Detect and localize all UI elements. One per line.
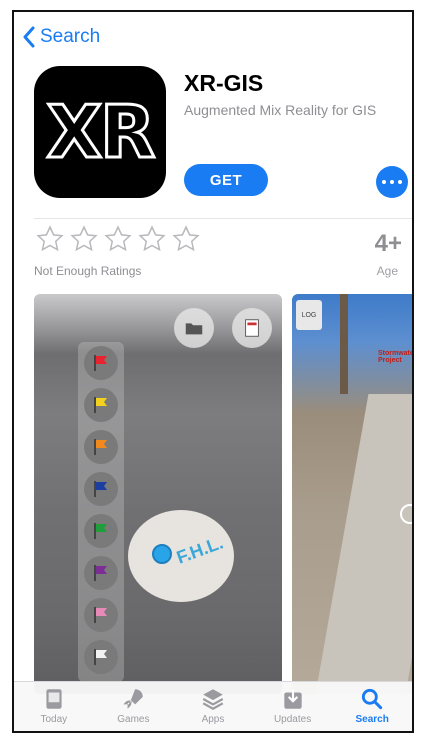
ratings-label: Not Enough Ratings	[34, 264, 142, 278]
flag-red-icon[interactable]	[84, 346, 118, 380]
tab-games[interactable]: Games	[98, 686, 168, 725]
flag-green-icon[interactable]	[84, 514, 118, 548]
divider	[34, 218, 412, 219]
app-icon-logo: XR	[45, 89, 157, 176]
search-icon	[362, 688, 383, 710]
tab-updates[interactable]: Updates	[258, 686, 328, 725]
get-button[interactable]: GET	[184, 164, 268, 196]
more-options-button[interactable]	[376, 166, 408, 198]
flag-blue-icon[interactable]	[84, 472, 118, 506]
star-empty-icon	[138, 225, 166, 252]
today-icon	[46, 689, 62, 709]
tab-label: Updates	[273, 714, 312, 725]
app-title: XR-GIS	[184, 70, 264, 96]
rocket-icon	[123, 689, 144, 709]
download-icon	[283, 689, 302, 709]
tab-apps[interactable]: Apps	[178, 686, 248, 725]
tab-bar: Today Games Apps Updates Search	[14, 681, 412, 731]
folder-icon	[174, 308, 214, 348]
star-empty-icon	[104, 225, 132, 252]
sidewalk	[315, 394, 412, 694]
tab-label: Search	[355, 714, 389, 725]
age-label: Age	[376, 264, 398, 278]
crosshair-icon	[400, 504, 412, 524]
flag-pink-icon[interactable]	[84, 598, 118, 632]
flag-purple-icon[interactable]	[84, 556, 118, 590]
document-icon	[232, 308, 272, 348]
flag-orange-icon[interactable]	[84, 430, 118, 464]
app-store-page: Search XR XR-GIS Augmented Mix Reality f…	[12, 10, 414, 733]
chevron-left-icon	[23, 26, 35, 48]
navigation-bar: Search	[14, 12, 412, 64]
star-empty-icon	[172, 225, 200, 252]
tab-label: Today	[40, 714, 68, 725]
flag-yellow-icon[interactable]	[84, 388, 118, 422]
location-marker-icon	[152, 544, 172, 564]
tab-label: Games	[117, 714, 150, 725]
star-rating	[34, 224, 204, 254]
sign-text: Stormwater Project	[378, 350, 414, 364]
flag-palette	[78, 342, 124, 682]
star-empty-icon	[36, 225, 64, 252]
tab-search[interactable]: Search	[337, 686, 407, 725]
tab-today[interactable]: Today	[19, 686, 89, 725]
back-button[interactable]: Search	[22, 26, 100, 48]
star-empty-icon	[70, 225, 98, 252]
tab-label: Apps	[201, 714, 225, 725]
age-rating: 4+	[374, 230, 402, 257]
back-label: Search	[40, 26, 101, 47]
app-subtitle: Augmented Mix Reality for GIS	[184, 102, 377, 118]
log-icon: LOG	[296, 300, 322, 330]
flag-white-icon[interactable]	[84, 640, 118, 674]
layers-icon	[202, 689, 224, 710]
app-icon: XR	[34, 66, 166, 198]
utility-pole	[340, 294, 348, 394]
screenshot-1[interactable]: F.H.L.	[34, 294, 282, 694]
screenshot-2[interactable]: LOG Stormwater Project	[292, 294, 414, 694]
ellipsis-icon	[382, 180, 386, 184]
